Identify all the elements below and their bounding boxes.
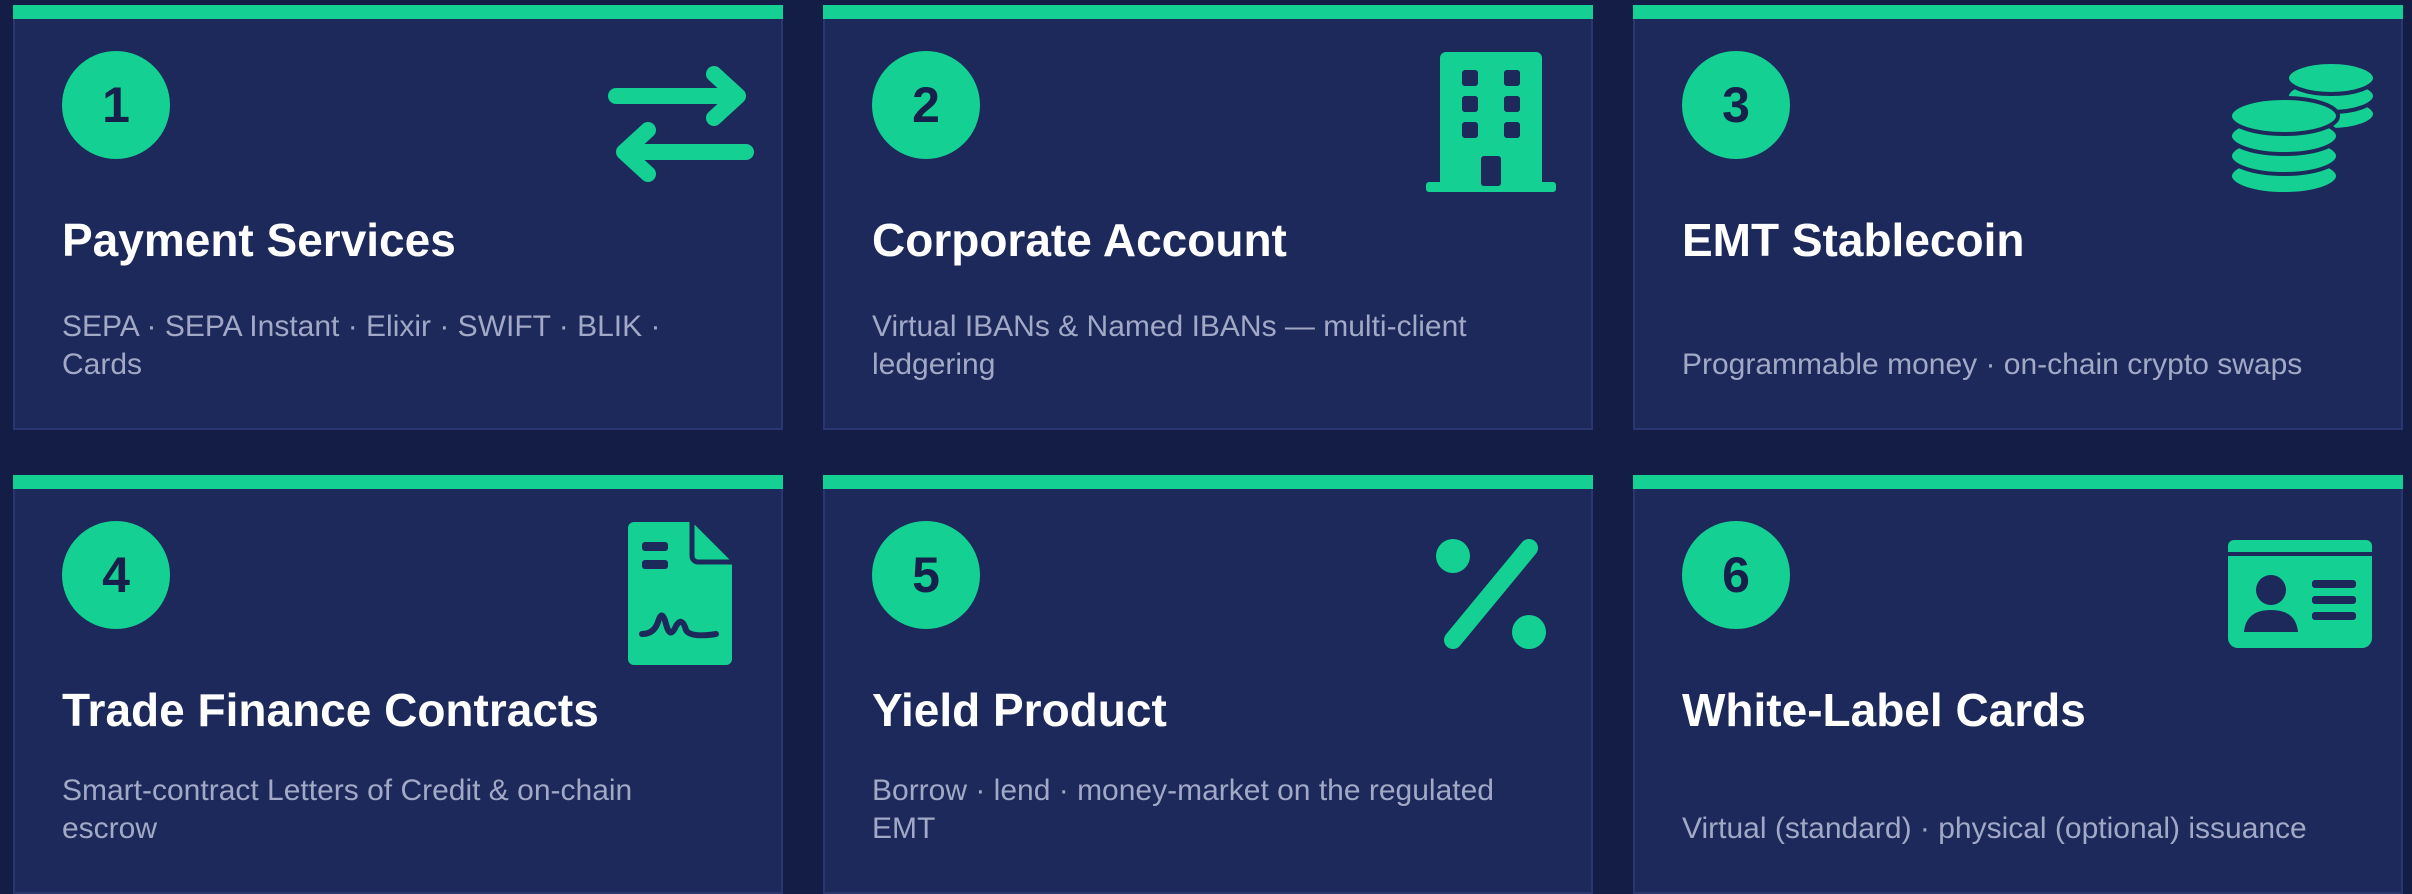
card-title: Corporate Account: [872, 214, 1287, 266]
feature-card-white-label-cards: 6 White-Label Cards Virtual (standard) ·…: [1633, 475, 2403, 894]
card-accent-bar: [1633, 475, 2403, 489]
step-number-badge: 3: [1682, 51, 1790, 159]
id-card-icon: [2221, 519, 2381, 669]
card-accent-bar: [13, 5, 783, 19]
feature-card-emt-stablecoin: 3 EMT Stablecoin Programmable money · on…: [1633, 5, 2403, 430]
arrows-exchange-icon: [601, 49, 761, 199]
card-accent-bar: [13, 475, 783, 489]
signed-contract-icon: [601, 519, 761, 669]
office-building-icon: [1411, 49, 1571, 199]
feature-card-yield-product: 5 Yield Product Borrow · lend · money-ma…: [823, 475, 1593, 894]
coins-stack-icon: [2221, 49, 2381, 199]
step-number-badge: 5: [872, 521, 980, 629]
card-accent-bar: [823, 475, 1593, 489]
card-description: Programmable money · on-chain crypto swa…: [1682, 348, 2303, 381]
step-number-badge: 2: [872, 51, 980, 159]
card-title: EMT Stablecoin: [1682, 214, 2025, 266]
step-number-badge: 6: [1682, 521, 1790, 629]
feature-card-trade-finance-contracts: 4 Trade Finance Contracts Smart-contract…: [13, 475, 783, 894]
feature-grid: 1 Payment Services SEPA · SEPA Instant ·…: [0, 0, 2412, 894]
step-number-badge: 1: [62, 51, 170, 159]
card-description: Virtual (standard) · physical (optional)…: [1682, 812, 2307, 845]
card-description: SEPA · SEPA Instant · Elixir · SWIFT · B…: [62, 310, 661, 381]
feature-card-corporate-account: 2 Corporate Account Virtual IBANs & Name…: [823, 5, 1593, 430]
card-title: Trade Finance Contracts: [62, 684, 599, 736]
card-description: Virtual IBANs & Named IBANs — multi-clie…: [872, 310, 1467, 381]
card-accent-bar: [1633, 5, 2403, 19]
card-accent-bar: [823, 5, 1593, 19]
card-description: Borrow · lend · money-market on the regu…: [872, 774, 1494, 845]
card-title: Yield Product: [872, 684, 1167, 736]
card-description: Smart-contract Letters of Credit & on-ch…: [62, 774, 633, 845]
step-number-badge: 4: [62, 521, 170, 629]
card-title: White-Label Cards: [1682, 684, 2086, 736]
feature-card-payment-services: 1 Payment Services SEPA · SEPA Instant ·…: [13, 5, 783, 430]
percent-icon: [1411, 519, 1571, 669]
card-title: Payment Services: [62, 214, 456, 266]
